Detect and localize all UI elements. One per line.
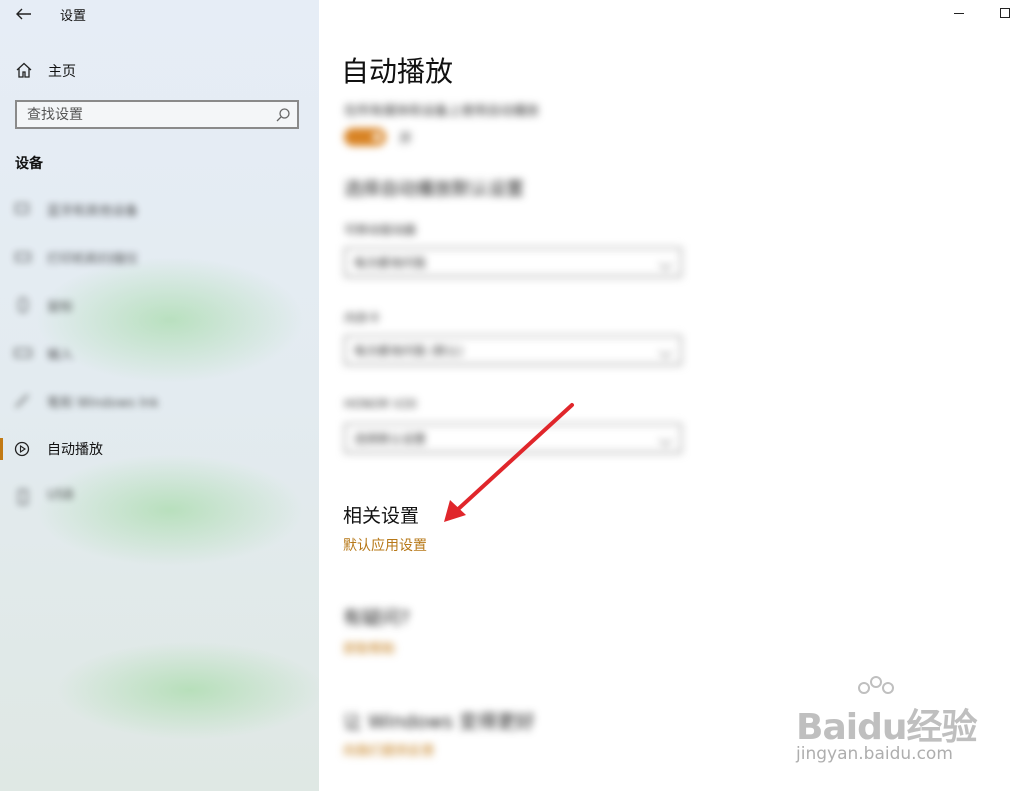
default-apps-link[interactable]: 默认应用设置	[343, 535, 427, 555]
defaults-heading: 选择自动播放默认设置	[344, 179, 524, 200]
feedback-link[interactable]: 向我们提供反馈	[343, 740, 434, 759]
sidebar-item-pen[interactable]: 笔和 Windows Ink	[0, 383, 319, 419]
sidebar-item-label: 输入	[47, 348, 74, 363]
keyboard-icon	[14, 348, 32, 358]
back-button[interactable]	[8, 2, 38, 26]
memory-card-dropdown[interactable]: 每次都询问我 (默认)	[344, 335, 682, 365]
minimize-icon	[954, 13, 964, 14]
sidebar-item-mouse[interactable]: 鼠标	[0, 287, 319, 323]
section-title-devices: 设备	[15, 156, 43, 172]
dropdown-value: 每次都询问我 (默认)	[354, 344, 464, 358]
maximize-icon	[1000, 8, 1010, 18]
minimize-button[interactable]	[936, 0, 982, 28]
watermark-url: jingyan.baidu.com	[796, 744, 953, 764]
sidebar-item-label: 打印机和扫描仪	[47, 252, 139, 267]
baidu-watermark: Baidu经验 jingyan.baidu.com	[790, 676, 990, 776]
sidebar-item-home[interactable]: 主页	[0, 55, 319, 85]
sidebar-item-typing[interactable]: 输入	[0, 335, 319, 371]
sidebar-item-printers[interactable]: 打印机和扫描仪	[0, 239, 319, 275]
bluetooth-icon	[15, 203, 29, 214]
get-help-link[interactable]: 获取帮助	[343, 638, 395, 657]
search-icon[interactable]	[275, 107, 291, 123]
window-title: 设置	[60, 9, 87, 24]
removable-drive-dropdown[interactable]: 每次都询问我	[344, 247, 682, 277]
back-arrow-icon	[16, 8, 31, 20]
chevron-down-icon	[659, 433, 672, 446]
home-label: 主页	[48, 64, 76, 80]
mouse-icon	[18, 297, 28, 313]
related-settings-heading: 相关设置	[343, 505, 420, 527]
sidebar-item-label: 笔和 Windows Ink	[47, 396, 159, 411]
watermark-brand: Baidu经验	[796, 707, 977, 748]
active-indicator	[0, 438, 3, 460]
search-box[interactable]	[15, 100, 299, 129]
dropdown-label: HONOR V20	[344, 397, 417, 411]
dropdown-value: 选择默认设置	[354, 432, 427, 446]
dropdown-value: 每次都询问我	[354, 256, 427, 270]
sidebar-item-label: USB	[47, 488, 74, 503]
autoplay-toggle-label: 在所有媒体和设备上使用自动播放	[344, 104, 540, 119]
usb-icon	[18, 489, 28, 505]
home-icon	[16, 62, 32, 78]
feedback-heading: 让 Windows 变得更好	[343, 711, 535, 733]
pen-icon	[15, 394, 29, 408]
maximize-button[interactable]	[982, 0, 1028, 28]
dropdown-label: 可移动驱动器	[344, 223, 417, 237]
page-title: 自动播放	[341, 55, 454, 88]
dropdown-label: 内存卡	[344, 311, 381, 325]
printer-icon	[15, 252, 31, 262]
autoplay-toggle[interactable]	[344, 128, 386, 146]
sidebar-item-label: 蓝牙和其他设备	[47, 204, 139, 219]
device-dropdown[interactable]: 选择默认设置	[344, 423, 682, 453]
chevron-down-icon	[659, 345, 672, 358]
help-heading: 有疑问?	[343, 607, 411, 629]
search-input[interactable]	[17, 102, 277, 127]
autoplay-toggle-state: 开	[399, 132, 413, 147]
sidebar-item-bluetooth[interactable]: 蓝牙和其他设备	[0, 191, 319, 227]
sidebar-item-autoplay[interactable]: 自动播放	[0, 431, 319, 467]
main-content: 自动播放 在所有媒体和设备上使用自动播放 开 选择自动播放默认设置 可移动驱动器…	[319, 0, 1035, 791]
sidebar-item-usb[interactable]: USB	[0, 479, 319, 515]
autoplay-icon	[14, 441, 30, 457]
sidebar-item-label: 自动播放	[47, 442, 103, 458]
sidebar: 设置 主页 设备 蓝牙和其他设备 打印机和扫描仪 鼠标 输入 笔和 Window…	[0, 0, 319, 791]
sidebar-item-label: 鼠标	[47, 300, 74, 315]
chevron-down-icon	[659, 257, 672, 270]
